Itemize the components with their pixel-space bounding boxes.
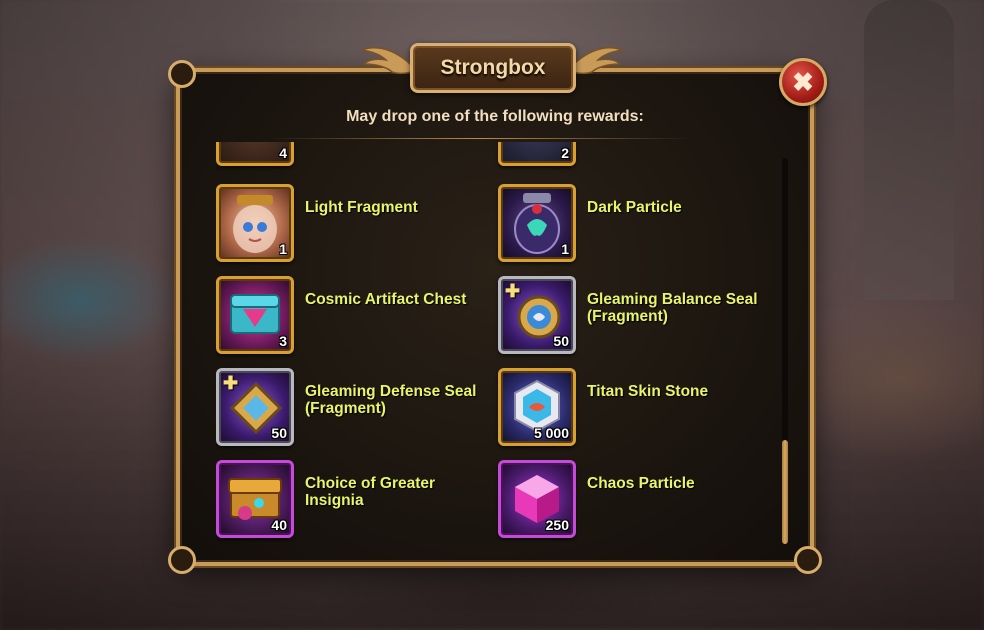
strongbox-dialog: May drop one of the following rewards: 4… <box>168 60 822 574</box>
list-item[interactable]: 3 Cosmic Artifact Chest <box>216 276 486 354</box>
dialog-title: Strongbox <box>440 56 546 79</box>
titan-skin-stone-icon: 5 000 <box>498 368 576 446</box>
item-count: 4 <box>279 145 287 161</box>
partial-reward-icon: 4 <box>216 142 294 166</box>
balance-seal-icon: ✚ 50 <box>498 276 576 354</box>
list-item[interactable]: 2 <box>498 142 768 166</box>
item-count: 50 <box>271 425 287 441</box>
chaos-particle-cube-icon: 250 <box>498 460 576 538</box>
subtitle-divider <box>270 138 690 139</box>
item-name: Titan Skin Stone <box>587 383 709 400</box>
light-fragment-jar-icon: 1 <box>216 184 294 262</box>
item-count: 1 <box>561 241 569 257</box>
list-item[interactable]: ✚ 50 Gleaming Balance Seal (Fragment) <box>498 276 768 354</box>
item-name: Gleaming Defense Seal (Fragment) <box>305 383 477 417</box>
left-wing-ornament <box>359 47 418 75</box>
item-name: Choice of Greater Insignia <box>305 475 436 509</box>
list-scrollbar[interactable] <box>782 158 788 544</box>
item-count: 50 <box>553 333 569 349</box>
list-item[interactable]: 5 000 Titan Skin Stone <box>498 368 768 446</box>
frame-corner <box>168 60 196 88</box>
list-item[interactable]: 1 Dark Particle <box>498 184 768 262</box>
insignia-chest-icon: 40 <box>216 460 294 538</box>
item-count: 2 <box>561 145 569 161</box>
item-count: 40 <box>271 517 287 533</box>
item-count: 1 <box>279 241 287 257</box>
scroll-thumb[interactable] <box>782 440 788 544</box>
list-item[interactable]: ✚ 50 Gleaming Defense Seal (Fragment) <box>216 368 486 446</box>
list-item[interactable]: 40 Choice of Greater Insignia <box>216 460 486 538</box>
item-count: 5 000 <box>533 425 569 441</box>
item-count: 3 <box>279 333 287 349</box>
close-icon: ✖ <box>792 66 814 97</box>
frame-corner <box>168 546 196 574</box>
list-item[interactable]: 4 <box>216 142 486 166</box>
item-name: Gleaming Balance Seal (Fragment) <box>587 291 758 325</box>
item-name: Light Fragment <box>305 199 418 216</box>
defense-seal-icon: ✚ 50 <box>216 368 294 446</box>
list-item[interactable]: 1 Light Fragment <box>216 184 486 262</box>
dialog-title-plate: Strongbox <box>410 43 576 93</box>
item-name: Dark Particle <box>587 199 682 216</box>
cosmic-artifact-chest-icon: 3 <box>216 276 294 354</box>
rewards-list[interactable]: 4 2 1 Light Fragment 1 Dark Particle 3 C… <box>216 142 776 542</box>
close-button[interactable]: ✖ <box>779 58 827 106</box>
partial-reward-icon: 2 <box>498 142 576 166</box>
item-name: Cosmic Artifact Chest <box>305 291 467 308</box>
list-item[interactable]: 250 Chaos Particle <box>498 460 768 538</box>
dark-particle-jar-icon: 1 <box>498 184 576 262</box>
rewards-subtitle: May drop one of the following rewards: <box>346 108 644 125</box>
item-name: Chaos Particle <box>587 475 695 492</box>
frame-corner <box>794 546 822 574</box>
item-count: 250 <box>545 517 569 533</box>
background-tower <box>864 0 954 300</box>
